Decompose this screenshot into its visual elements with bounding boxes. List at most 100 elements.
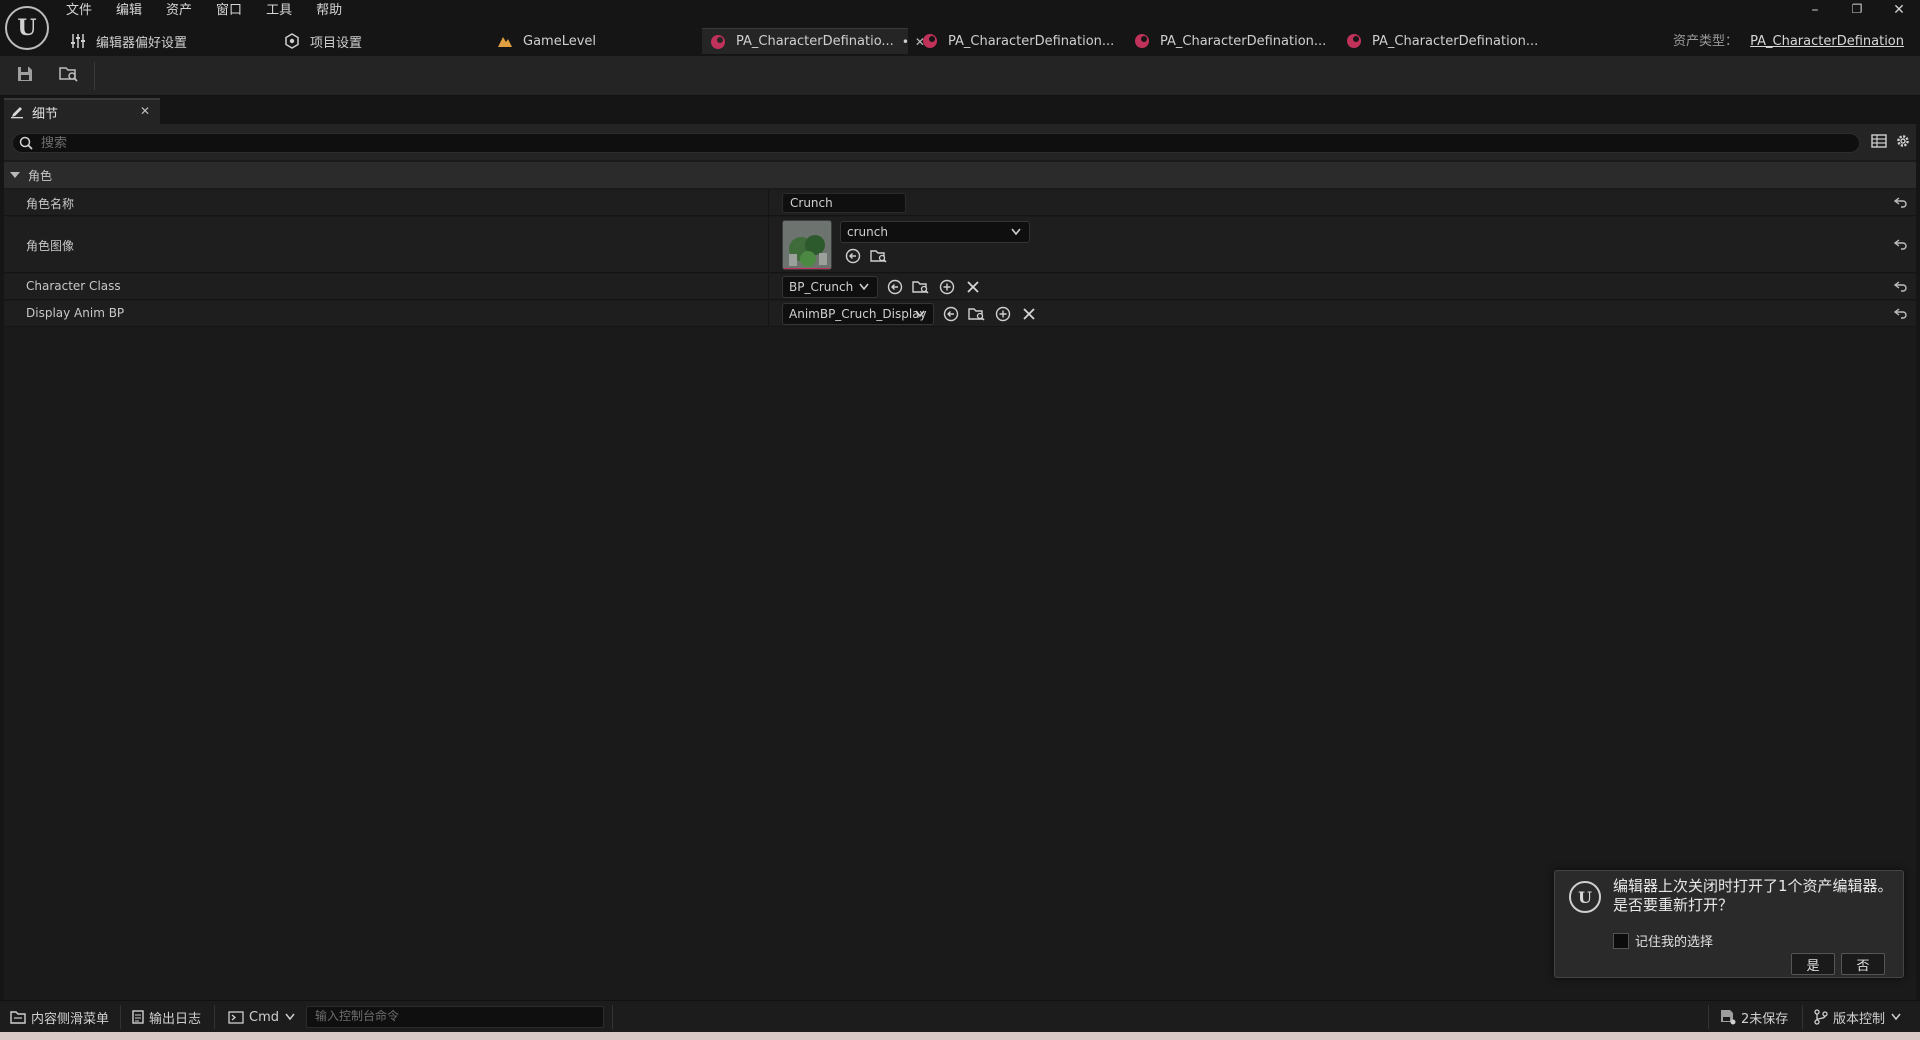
folder-search-icon: [870, 250, 887, 263]
close-details-icon[interactable]: ✕: [140, 104, 150, 118]
clear-button[interactable]: [1020, 305, 1038, 323]
tab-character-definition-active[interactable]: PA_CharacterDefinatio... • ✕: [702, 28, 925, 54]
use-selected-button[interactable]: [942, 305, 960, 323]
asset-type-info: 资产类型： PA_CharacterDefination: [1673, 30, 1904, 49]
reset-to-default-icon[interactable]: [1894, 196, 1908, 208]
reset-to-default-icon[interactable]: [1894, 280, 1908, 292]
details-tab-label: 细节: [32, 106, 59, 122]
column-divider: [768, 217, 769, 272]
console-input[interactable]: [315, 1009, 595, 1023]
unsaved-label: 2未保存: [1741, 1011, 1789, 1027]
browse-to-asset-button[interactable]: [56, 64, 82, 88]
status-divider: [120, 1005, 121, 1029]
minimize-button[interactable]: –: [1803, 2, 1827, 18]
content-drawer-label: 内容侧滑菜单: [31, 1011, 110, 1027]
data-asset-icon: [922, 33, 938, 49]
gear-icon: [1895, 133, 1911, 153]
category-character[interactable]: 角色: [4, 162, 1916, 188]
tab-character-definition-4[interactable]: PA_CharacterDefination...: [1346, 28, 1538, 54]
terminal-icon: [228, 1010, 244, 1024]
character-name-field[interactable]: Crunch: [782, 193, 906, 213]
use-selected-arrow-icon: [887, 279, 903, 295]
unreal-editor-window: U 文件 编辑 资产 窗口 工具 帮助 – ❐ ✕ 编辑器偏好设置 项目设置 G…: [0, 0, 1920, 1040]
notification-message: 编辑器上次关闭时打开了1个资产编辑器。是否要重新打开？: [1613, 877, 1893, 914]
create-new-button[interactable]: [994, 305, 1012, 323]
checkbox-box[interactable]: [1613, 932, 1629, 949]
display-anim-bp-combo[interactable]: AnimBP_Cruch_Display: [782, 303, 934, 325]
character-image-thumbnail[interactable]: [782, 220, 832, 270]
property-matrix-button[interactable]: [1870, 134, 1888, 152]
remember-choice-checkbox[interactable]: 记住我的选择: [1613, 931, 1713, 950]
combo-value: crunch: [847, 225, 888, 239]
tab-character-definition-2[interactable]: PA_CharacterDefination...: [922, 28, 1114, 54]
use-selected-button[interactable]: [844, 247, 862, 265]
data-asset-icon: [710, 34, 726, 50]
category-label: 角色: [28, 168, 53, 183]
property-label: Display Anim BP: [26, 306, 125, 320]
tab-label: PA_CharacterDefination...: [1160, 33, 1327, 49]
tab-editor-preferences[interactable]: 编辑器偏好设置: [70, 28, 187, 54]
clear-button[interactable]: [964, 278, 982, 296]
chevron-down-icon: [10, 171, 20, 179]
reset-to-default-icon[interactable]: [1894, 238, 1908, 250]
tab-label: PA_CharacterDefinatio...: [736, 34, 894, 49]
sliders-icon: [70, 33, 86, 49]
cmd-label: Cmd: [249, 1009, 279, 1025]
content-drawer-icon: [10, 1010, 26, 1024]
asset-toolbar: [0, 56, 1920, 96]
combo-value: BP_Crunch: [789, 280, 854, 294]
tab-character-definition-3[interactable]: PA_CharacterDefination...: [1134, 28, 1326, 54]
character-thumbnail-image: [783, 221, 831, 269]
menu-window[interactable]: 窗口: [216, 2, 254, 20]
details-panel: 角色 角色名称 Crunch 角色图像 crunch: [4, 124, 1916, 1000]
tab-project-settings[interactable]: 项目设置: [284, 28, 362, 54]
tab-label: GameLevel: [523, 33, 597, 49]
log-icon: [132, 1010, 144, 1024]
source-control-button[interactable]: 版本控制: [1814, 1008, 1901, 1027]
save-button[interactable]: [12, 64, 38, 88]
menu-edit[interactable]: 编辑: [116, 2, 154, 20]
chevron-down-icon: [1011, 228, 1021, 236]
browse-asset-button[interactable]: [870, 247, 888, 265]
restore-button[interactable]: ❐: [1845, 2, 1869, 16]
property-row-character-image: 角色图像 crunch: [4, 217, 1916, 273]
content-drawer-button[interactable]: 内容侧滑菜单: [10, 1008, 110, 1027]
property-row-display-anim-bp: Display Anim BP AnimBP_Cruch_Display: [4, 301, 1916, 327]
browse-asset-button[interactable]: [968, 305, 986, 323]
tab-label: 编辑器偏好设置: [96, 35, 188, 51]
table-icon: [1871, 134, 1887, 152]
status-bar: 内容侧滑菜单 输出日志 Cmd 2未保存: [0, 1000, 1920, 1032]
folder-search-icon: [912, 281, 929, 294]
unreal-logo-icon[interactable]: U: [5, 6, 49, 50]
menu-asset[interactable]: 资产: [166, 2, 204, 20]
panel-tab-bar: 细节 ✕: [0, 96, 1920, 124]
asset-type-link[interactable]: PA_CharacterDefination: [1750, 34, 1904, 49]
tab-game-level[interactable]: GameLevel: [497, 28, 596, 54]
create-new-button[interactable]: [938, 278, 956, 296]
menu-tools[interactable]: 工具: [266, 2, 304, 20]
property-label: 角色名称: [26, 197, 75, 211]
output-log-button[interactable]: 输出日志: [132, 1008, 202, 1027]
reset-to-default-icon[interactable]: [1894, 307, 1908, 319]
output-log-label: 输出日志: [149, 1011, 202, 1027]
browse-asset-button[interactable]: [912, 278, 930, 296]
unsaved-assets-button[interactable]: 2未保存: [1720, 1008, 1789, 1027]
tab-label: 项目设置: [310, 35, 363, 51]
column-divider: [768, 301, 769, 326]
menu-help[interactable]: 帮助: [316, 2, 354, 20]
tab-details[interactable]: 细节 ✕: [4, 98, 160, 124]
character-image-combo[interactable]: crunch: [840, 221, 1030, 243]
status-divider: [612, 1005, 613, 1029]
close-window-button[interactable]: ✕: [1887, 2, 1911, 18]
no-button[interactable]: 否: [1841, 953, 1885, 975]
search-input[interactable]: [41, 135, 1841, 151]
menu-bar: 文件 编辑 资产 窗口 工具 帮助: [66, 2, 366, 20]
level-icon: [497, 33, 513, 49]
cmd-selector[interactable]: Cmd: [228, 1008, 295, 1026]
search-icon: [19, 136, 33, 150]
details-settings-button[interactable]: [1894, 134, 1912, 152]
yes-button[interactable]: 是: [1791, 953, 1835, 975]
menu-file[interactable]: 文件: [66, 2, 104, 20]
character-class-combo[interactable]: BP_Crunch: [782, 276, 878, 298]
use-selected-button[interactable]: [886, 278, 904, 296]
